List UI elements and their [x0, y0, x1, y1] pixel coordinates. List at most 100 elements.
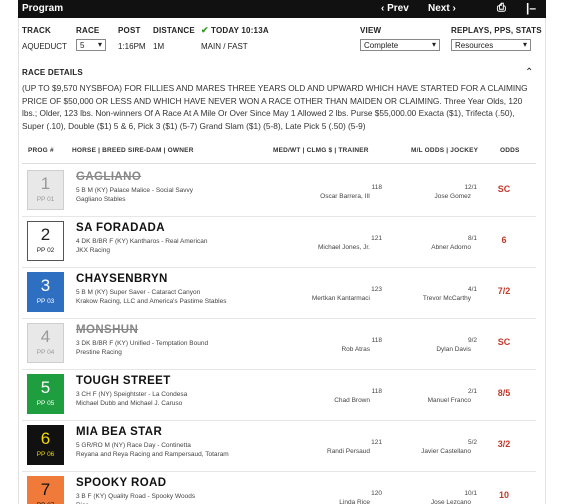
- breed-info: 3 DK B/BR F (KY) Unified - Temptation Bo…: [76, 340, 209, 347]
- race-details-text: (UP TO $9,570 NYSBFOA) FOR FILLIES AND M…: [22, 83, 528, 132]
- program-number-badge: 5 PP 05: [27, 374, 64, 414]
- program-number-badge: 1 PP 01: [27, 170, 64, 210]
- race-details-heading: RACE DETAILS: [22, 68, 83, 77]
- minus-icon[interactable]: |–: [526, 1, 536, 15]
- breed-owner: 4 DK B/BR F (KY) Kantharos - Real Americ…: [76, 238, 241, 255]
- jockey-name: Jose Lezcano: [430, 499, 471, 504]
- race-label: RACE: [76, 26, 100, 35]
- weight: 123: [371, 286, 382, 293]
- distance-value: 1M: [153, 42, 165, 51]
- jockey-name: Manuel Franco: [427, 397, 471, 404]
- horse-name[interactable]: SA FORADADA: [76, 222, 165, 234]
- entry-row[interactable]: 1 PP 01 GAGLIANO 5 B M (KY) Palace Malice -…: [22, 166, 536, 217]
- view-select[interactable]: Complete ▾: [360, 39, 440, 51]
- odds-value: 7/2: [497, 286, 511, 296]
- horse-name[interactable]: TOUGH STREET: [76, 375, 171, 387]
- today-label: TODAY 10:13A: [211, 26, 269, 35]
- morning-line-odds: 12/1: [464, 184, 477, 191]
- view-label: VIEW: [360, 26, 382, 35]
- breed-info: 4 DK B/BR F (KY) Kantharos - Real Americ…: [76, 238, 208, 245]
- breed-info: 3 CH F (NY) Speightster - La Condesa: [76, 391, 188, 398]
- track-value: AQUEDUCT: [22, 42, 67, 51]
- odds-value: 8/5: [497, 388, 511, 398]
- trainer-name: Randi Persaud: [327, 448, 370, 455]
- entry-row[interactable]: 3 PP 03 CHAYSENBRYN 5 B M (KY) Super Saver …: [22, 268, 536, 319]
- odds-value: SC: [497, 337, 511, 347]
- trainer-name: Michael Jones, Jr.: [317, 244, 370, 251]
- odds-value: SC: [497, 184, 511, 194]
- morning-line-odds: 2/1: [467, 388, 477, 395]
- trainer-name: Rob Atras: [341, 346, 370, 353]
- next-button[interactable]: Next ›: [428, 3, 456, 14]
- weight: 118: [371, 337, 382, 344]
- col-prog: PROG #: [28, 147, 54, 154]
- weight: 121: [371, 439, 382, 446]
- track-label: TRACK: [22, 26, 51, 35]
- post-position: PP 01: [36, 196, 55, 203]
- race-select-value: 5: [80, 41, 85, 50]
- program-number: 2: [40, 225, 51, 244]
- weight: 120: [371, 490, 382, 497]
- entry-row[interactable]: 2 PP 02 SA FORADADA 4 DK B/BR F (KY) Kantha…: [22, 217, 536, 268]
- program-number: 1: [40, 174, 51, 193]
- horse-name[interactable]: CHAYSENBRYN: [76, 273, 168, 285]
- owner-name: Gagliano Stables: [76, 195, 126, 203]
- program-number-badge: 7PP 07: [27, 476, 64, 504]
- entry-row[interactable]: 5 PP 05 TOUGH STREET 3 CH F (NY) Speightste…: [22, 370, 536, 421]
- program-number-badge: 2 PP 02: [27, 221, 64, 261]
- breed-owner: 5 B M (KY) Palace Malice - Social Savvy G…: [76, 187, 241, 204]
- check-circle-icon: ✔: [201, 25, 209, 35]
- col-med: MED/WT | CLMG $ | TRAINER: [273, 147, 369, 154]
- program-number-badge: 4 PP 04: [27, 323, 64, 363]
- odds-value: 6: [501, 235, 507, 245]
- owner-name: JKX Racing: [76, 246, 110, 254]
- header-divider: [22, 163, 536, 164]
- breed-info: 5 B M (KY) Palace Malice - Social Savvy: [76, 187, 194, 194]
- resources-select[interactable]: Resources ▾: [451, 39, 531, 51]
- post-value: 1:16PM: [118, 42, 146, 51]
- entry-row[interactable]: 6 PP 06 MIA BEA STAR 5 GR/RO M (NY) Race Da…: [22, 421, 536, 472]
- breed-owner: 5 B M (KY) Super Saver - Cataract Canyon…: [76, 289, 241, 306]
- print-icon[interactable]: ⎙: [497, 2, 506, 15]
- morning-line-odds: 9/2: [467, 337, 477, 344]
- owner-name: Michael Dubb and Michael J. Caruso: [76, 399, 183, 407]
- post-position: PP 03: [36, 298, 55, 305]
- breed-owner: 3 DK B/BR F (KY) Unified - Temptation Bo…: [76, 340, 241, 357]
- prev-button[interactable]: ‹ Prev: [381, 3, 409, 14]
- morning-line-odds: 5/2: [467, 439, 477, 446]
- program-number-badge: 3 PP 03: [27, 272, 64, 312]
- program-number: 5: [40, 378, 51, 397]
- horse-name[interactable]: MIA BEA STAR: [76, 426, 162, 438]
- weight: 118: [371, 388, 382, 395]
- distance-label: DISTANCE: [153, 26, 195, 35]
- race-select[interactable]: 5 ▾: [76, 39, 106, 51]
- breed-owner: 3 B F (KY) Quality Road - Spooky WoodsRi…: [76, 493, 241, 504]
- program-title: Program: [22, 3, 64, 14]
- post-position: PP 02: [36, 247, 55, 254]
- col-horse: HORSE | BREED SIRE-DAM | OWNER: [72, 147, 194, 154]
- program-toolbar: Program ‹ Prev Next › ⎙ |–: [18, 0, 546, 18]
- jockey-name: Dylan Davis: [436, 346, 471, 353]
- program-number: 3: [40, 276, 51, 295]
- horse-name[interactable]: GAGLIANO: [76, 171, 141, 183]
- breed-owner: 3 CH F (NY) Speightster - La Condesa Mich…: [76, 391, 241, 408]
- entry-row[interactable]: 4 PP 04 MONSHUN 3 DK B/BR F (KY) Unified - …: [22, 319, 536, 370]
- resources-select-value: Resources: [455, 41, 494, 50]
- owner-name: Krakow Racing, LLC and America's Pastime…: [76, 297, 227, 305]
- jockey-name: Trevor McCarthy: [422, 295, 471, 302]
- breed-owner: 5 GR/RO M (NY) Race Day - Continetta Reya…: [76, 442, 241, 459]
- jockey-name: Abner Adorno: [431, 244, 471, 251]
- horse-name[interactable]: SPOOKY ROAD: [76, 477, 166, 489]
- col-odds: ODDS: [500, 147, 520, 154]
- entry-row[interactable]: 7PP 07 SPOOKY ROAD 3 B F (KY) Quality Road…: [22, 472, 536, 504]
- program-number: 7: [40, 480, 51, 499]
- odds-value: 10: [498, 490, 509, 500]
- breed-info: 5 B M (KY) Super Saver - Cataract Canyon: [76, 289, 201, 296]
- post-position: PP 06: [36, 451, 55, 458]
- trainer-name: Oscar Barrera, III: [320, 193, 370, 200]
- horse-name[interactable]: MONSHUN: [76, 324, 138, 336]
- chevron-down-icon: ▾: [522, 40, 527, 49]
- chevron-up-icon[interactable]: ⌃: [525, 67, 533, 78]
- owner-name: Prestine Racing: [76, 348, 122, 356]
- program-number: 4: [40, 327, 51, 346]
